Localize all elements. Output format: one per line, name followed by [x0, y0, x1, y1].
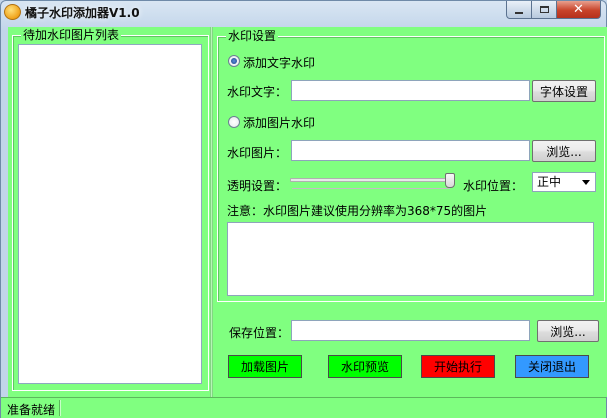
save-location-input[interactable] — [291, 320, 530, 341]
image-list-group-title: 待加水印图片列表 — [21, 28, 122, 42]
opacity-slider-track[interactable] — [290, 178, 452, 182]
title-bar[interactable]: 橘子水印添加器V1.0 ✕ — [1, 1, 606, 25]
close-window-button[interactable]: ✕ — [557, 1, 601, 19]
status-bar: 准备就绪 — [1, 397, 606, 418]
preview-watermark-button[interactable]: 水印预览 — [328, 355, 402, 378]
close-exit-button[interactable]: 关闭退出 — [515, 355, 589, 378]
watermark-text-label: 水印文字： — [227, 85, 288, 99]
text-watermark-option-label[interactable]: 添加文字水印 — [243, 54, 315, 71]
start-processing-button[interactable]: 开始执行 — [421, 355, 495, 378]
browse-image-button[interactable]: 浏览... — [532, 140, 596, 162]
save-location-label: 保存位置： — [229, 326, 290, 340]
watermark-settings-group-title: 水印设置 — [226, 29, 279, 43]
opacity-slider-ticks — [292, 187, 450, 189]
watermark-text-input[interactable] — [291, 80, 530, 101]
window-title: 橘子水印添加器V1.0 — [25, 6, 140, 20]
orange-app-icon — [4, 4, 21, 20]
watermark-position-label: 水印位置： — [463, 179, 524, 193]
image-watermark-radio[interactable] — [228, 116, 240, 128]
load-images-button[interactable]: 加载图片 — [228, 355, 302, 378]
opacity-slider-thumb[interactable] — [445, 173, 455, 188]
image-list-group: 待加水印图片列表 — [12, 28, 209, 391]
panel-splitter[interactable] — [210, 27, 213, 397]
minimize-icon — [515, 11, 523, 14]
status-separator — [59, 400, 61, 416]
text-watermark-radio[interactable] — [228, 55, 240, 67]
image-watermark-option-label[interactable]: 添加图片水印 — [243, 114, 315, 131]
browse-save-button[interactable]: 浏览... — [537, 320, 599, 342]
watermark-position-select[interactable]: 正中 — [532, 172, 596, 192]
watermark-image-input[interactable] — [291, 140, 530, 161]
font-settings-button[interactable]: 字体设置 — [532, 80, 596, 102]
window-controls: ✕ — [506, 1, 601, 19]
minimize-button[interactable] — [506, 1, 532, 19]
app-window: 橘子水印添加器V1.0 ✕ 待加水印图片列表 水印设置 添加文字水印 水印文字：… — [0, 0, 607, 418]
close-icon: ✕ — [573, 2, 584, 17]
status-text: 准备就绪 — [7, 403, 56, 417]
chevron-down-icon[interactable] — [582, 180, 590, 185]
maximize-button[interactable] — [532, 1, 557, 19]
image-note: 注意：水印图片建议使用分辨率为368*75的图片 — [227, 204, 488, 218]
preview-text-area[interactable] — [227, 222, 594, 296]
image-list[interactable] — [18, 44, 202, 384]
opacity-label: 透明设置： — [227, 179, 288, 193]
maximize-icon — [539, 6, 549, 13]
watermark-image-label: 水印图片： — [227, 146, 288, 160]
watermark-position-value: 正中 — [537, 175, 562, 189]
